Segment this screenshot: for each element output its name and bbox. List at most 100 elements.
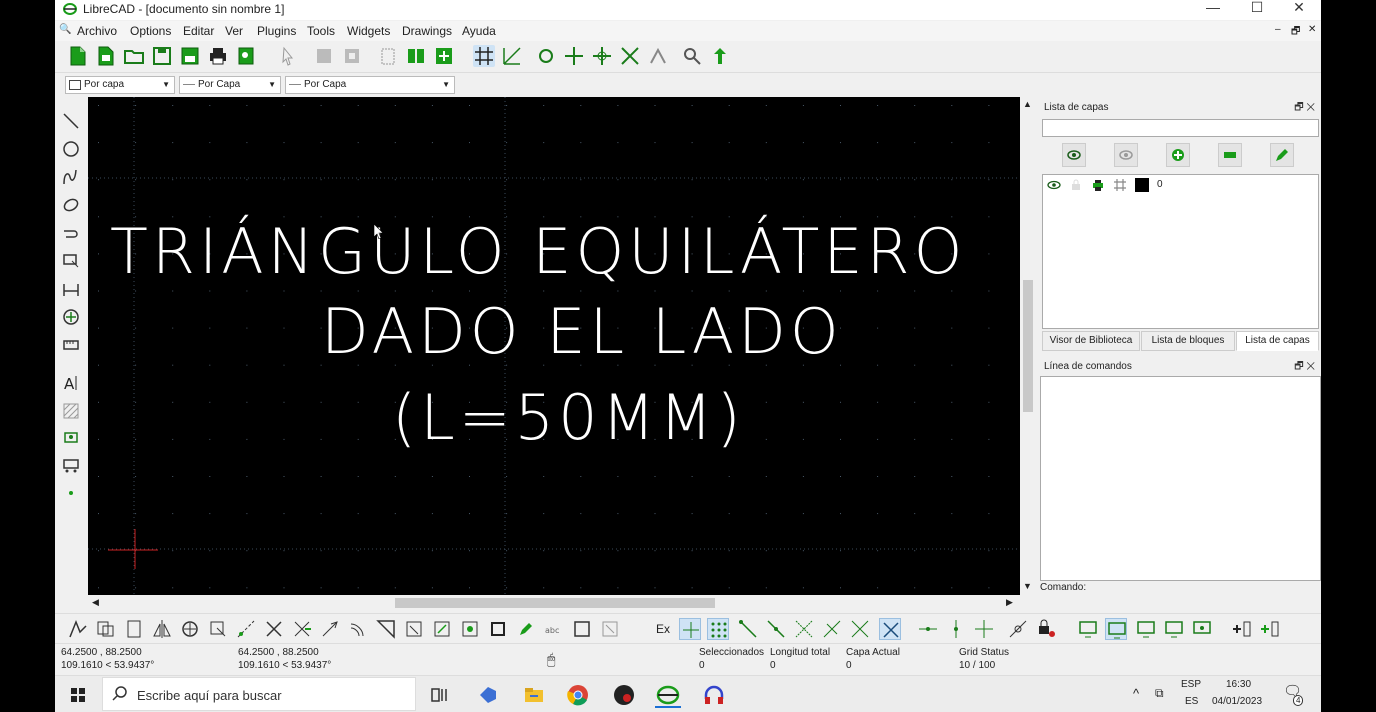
add-layer-icon[interactable] [1166,143,1190,167]
menu-tools[interactable]: Tools [307,24,335,38]
zoom-auto-icon[interactable] [619,45,641,67]
select-tool-icon[interactable] [61,251,81,271]
view-screen-3-icon[interactable] [1163,618,1185,640]
tab-block-list[interactable]: Lista de bloques [1141,331,1235,351]
modify-mirror-icon[interactable] [151,618,173,640]
menu-widgets[interactable]: Widgets [347,24,390,38]
modify-rotate-icon[interactable] [179,618,201,640]
insert-block-icon[interactable] [1259,618,1281,640]
file-explorer-icon[interactable] [521,682,547,708]
view-screen-icon[interactable] [1077,618,1099,640]
scroll-right-icon[interactable]: ▶ [1006,597,1013,608]
add-block-icon[interactable] [1231,618,1253,640]
menu-archivo[interactable]: Archivo [77,24,117,38]
tab-library-viewer[interactable]: Visor de Biblioteca [1042,331,1140,351]
vertical-scroll-thumb[interactable] [1023,280,1033,412]
print-preview-icon[interactable] [235,45,257,67]
snap-grid-icon[interactable] [707,618,729,640]
new-file-icon[interactable] [67,45,89,67]
measure-tool-icon[interactable] [61,335,81,355]
taskbar-search-box[interactable]: Escribe aquí para buscar [102,677,416,711]
drawing-text-line-3[interactable]: (L=50MM) [392,381,745,454]
zoom-out-icon[interactable] [591,45,613,67]
maximize-button[interactable]: ☐ [1235,0,1279,16]
modify-revert-icon[interactable] [571,618,593,640]
input-language-bottom[interactable]: ES [1185,696,1198,707]
snap-middle-icon[interactable] [821,618,843,640]
restrict-horizontal-icon[interactable] [917,618,939,640]
print-icon[interactable] [207,45,229,67]
zoom-in-icon[interactable] [563,45,585,67]
task-view-icon[interactable] [427,682,453,708]
visual-studio-icon[interactable] [475,682,501,708]
modify-copy-icon[interactable] [95,618,117,640]
zoom-window-icon[interactable] [681,45,703,67]
linewidth-select[interactable]: Por Capa ▼ [179,76,281,94]
relative-zero-icon[interactable] [1007,618,1029,640]
open-folder-icon[interactable] [123,45,145,67]
menu-ayuda[interactable]: Ayuda [462,24,496,38]
redo-icon[interactable] [433,45,455,67]
ellipse-tool-icon[interactable] [61,195,81,215]
document-menu-icon[interactable]: 🔍 [59,24,71,35]
drawing-text-line-2[interactable]: DADO EL LADO [321,295,843,368]
cut-icon[interactable] [313,45,335,67]
dimension-tool-icon[interactable] [61,279,81,299]
clock-date[interactable]: 04/01/2023 [1212,696,1262,707]
color-select[interactable]: Por capa ▼ [65,76,175,94]
restrict-vertical-icon[interactable] [945,618,967,640]
view-screen-4-icon[interactable] [1191,618,1213,640]
save-icon[interactable] [151,45,173,67]
mdi-restore-button[interactable]: 🗗 [1291,24,1300,41]
layer-print-icon[interactable] [1091,178,1105,195]
input-language-top[interactable]: ESP [1181,679,1201,690]
modify-properties-icon[interactable] [431,618,453,640]
paste-icon[interactable] [377,45,399,67]
block-tool-icon[interactable] [61,455,81,475]
lock-relative-zero-icon[interactable] [1035,618,1057,640]
mdi-close-button[interactable]: ✕ [1308,24,1316,35]
modify-entity-icon[interactable] [459,618,481,640]
windows-start-icon[interactable] [65,682,91,708]
linetype-select[interactable]: Por Capa ▼ [285,76,455,94]
horizontal-scrollbar[interactable]: ◀ ▶ [88,595,1020,611]
modify-attributes-icon[interactable] [403,618,425,640]
layer-filter-input[interactable] [1042,119,1319,137]
undo-icon[interactable] [405,45,427,67]
tray-chevron-up-icon[interactable]: ^ [1133,686,1139,701]
redraw-icon[interactable] [535,45,557,67]
ortho-draft-icon[interactable] [501,45,523,67]
line-tool-icon[interactable] [61,111,81,131]
modify-delete-icon[interactable] [487,618,509,640]
image-tool-icon[interactable] [61,427,81,447]
mdi-minimize-button[interactable]: – [1275,24,1281,35]
drawing-canvas[interactable]: TRIÁNGULO EQUILÁTERO DADO EL LADO (L=50M… [88,97,1020,595]
tab-layer-list[interactable]: Lista de capas [1236,331,1319,351]
modify-stretch-icon[interactable] [291,618,313,640]
view-screen-2-icon[interactable] [1135,618,1157,640]
tray-network-icon[interactable]: ⧉ [1155,686,1164,701]
modify-cut-icon[interactable] [263,618,285,640]
zoom-pan-icon[interactable] [709,45,731,67]
modify-scale-icon[interactable] [123,618,145,640]
scroll-down-icon[interactable]: ▼ [1023,581,1032,591]
panel-float-close-icon[interactable]: 🗗 ✕ [1294,100,1315,117]
snap-center-icon[interactable] [793,618,815,640]
modify-offset-icon[interactable] [347,618,369,640]
modify-move-icon[interactable] [67,618,89,640]
remove-layer-icon[interactable] [1218,143,1242,167]
chrome-icon[interactable] [565,682,591,708]
polyline-tool-icon[interactable] [61,223,81,243]
menu-options[interactable]: Options [130,24,171,38]
snap-on-entity-icon[interactable] [765,618,787,640]
restrict-orthogonal-icon[interactable] [973,618,995,640]
horizontal-scroll-thumb[interactable] [395,598,715,608]
view-screen-active-icon[interactable] [1105,618,1127,640]
layer-color-swatch[interactable] [1135,178,1149,192]
scroll-left-icon[interactable]: ◀ [92,597,99,608]
scroll-up-icon[interactable]: ▲ [1023,99,1032,109]
snap-exclusive-label[interactable]: Ex [656,622,670,636]
text-tool-icon[interactable]: A [61,373,81,393]
modify-explode-text-icon[interactable] [599,618,621,640]
modify-edit-text-icon[interactable] [515,618,537,640]
